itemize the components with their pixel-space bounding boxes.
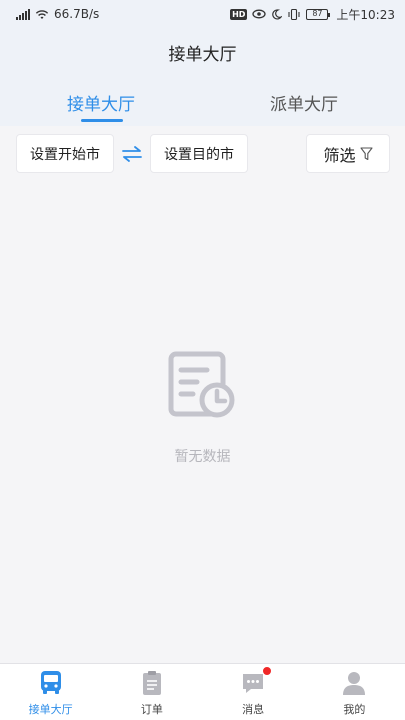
hd-icon: HD — [230, 8, 248, 20]
empty-document-clock-icon — [168, 351, 234, 418]
swap-cities-icon[interactable] — [120, 142, 144, 166]
status-left: 66.7B/s — [16, 7, 99, 21]
filter-row: 设置开始市 设置目的市 筛选 — [0, 134, 405, 174]
message-badge-dot — [262, 666, 273, 676]
eye-icon — [252, 9, 267, 19]
bus-icon — [40, 671, 61, 694]
tabbar-label: 订单 — [140, 703, 163, 716]
status-right: HD 87 上午10:23 — [230, 6, 395, 23]
cellular-signal-icon — [16, 8, 30, 20]
page-title: 接单大厅 — [168, 45, 237, 65]
empty-state-text: 暂无数据 — [174, 449, 231, 465]
tabbar-item-orders[interactable]: 订单 — [101, 664, 202, 720]
funnel-icon — [359, 146, 373, 160]
header: 接单大厅 接单大厅 派单大厅 — [0, 28, 405, 126]
active-tab-indicator — [81, 119, 123, 122]
tabbar-item-messages[interactable]: 消息 — [203, 664, 304, 720]
vibrate-icon — [288, 8, 300, 20]
moon-icon — [272, 8, 283, 19]
tab-order-hall[interactable]: 接单大厅 — [0, 90, 202, 115]
clipboard-icon — [142, 671, 161, 695]
bottom-tab-bar: 接单大厅 订单 消息 我的 — [0, 663, 405, 720]
tab-dispatch-hall[interactable]: 派单大厅 — [203, 90, 405, 115]
tabbar-label: 消息 — [242, 703, 265, 716]
tabbar-label: 接单大厅 — [28, 703, 73, 716]
tabbar-item-order-hall[interactable]: 接单大厅 — [0, 664, 101, 720]
filter-label: 筛选 — [323, 145, 356, 165]
status-time: 上午10:23 — [336, 7, 395, 22]
tabbar-label: 我的 — [343, 703, 366, 716]
battery-icon: 87 — [306, 8, 331, 20]
status-bar: 66.7B/s HD 87 上午10:23 — [0, 0, 405, 28]
chat-icon-wrap — [240, 666, 273, 696]
start-city-button[interactable]: 设置开始市 — [16, 134, 114, 173]
wifi-icon — [35, 9, 49, 19]
tab-bar-top: 接单大厅 派单大厅 — [0, 84, 405, 126]
filter-button[interactable]: 筛选 — [306, 134, 390, 173]
empty-state: 暂无数据 — [0, 350, 405, 466]
person-icon — [343, 672, 366, 695]
network-speed: 66.7B/s — [54, 7, 100, 21]
tabbar-item-mine[interactable]: 我的 — [304, 664, 405, 720]
dest-city-button[interactable]: 设置目的市 — [150, 134, 248, 173]
